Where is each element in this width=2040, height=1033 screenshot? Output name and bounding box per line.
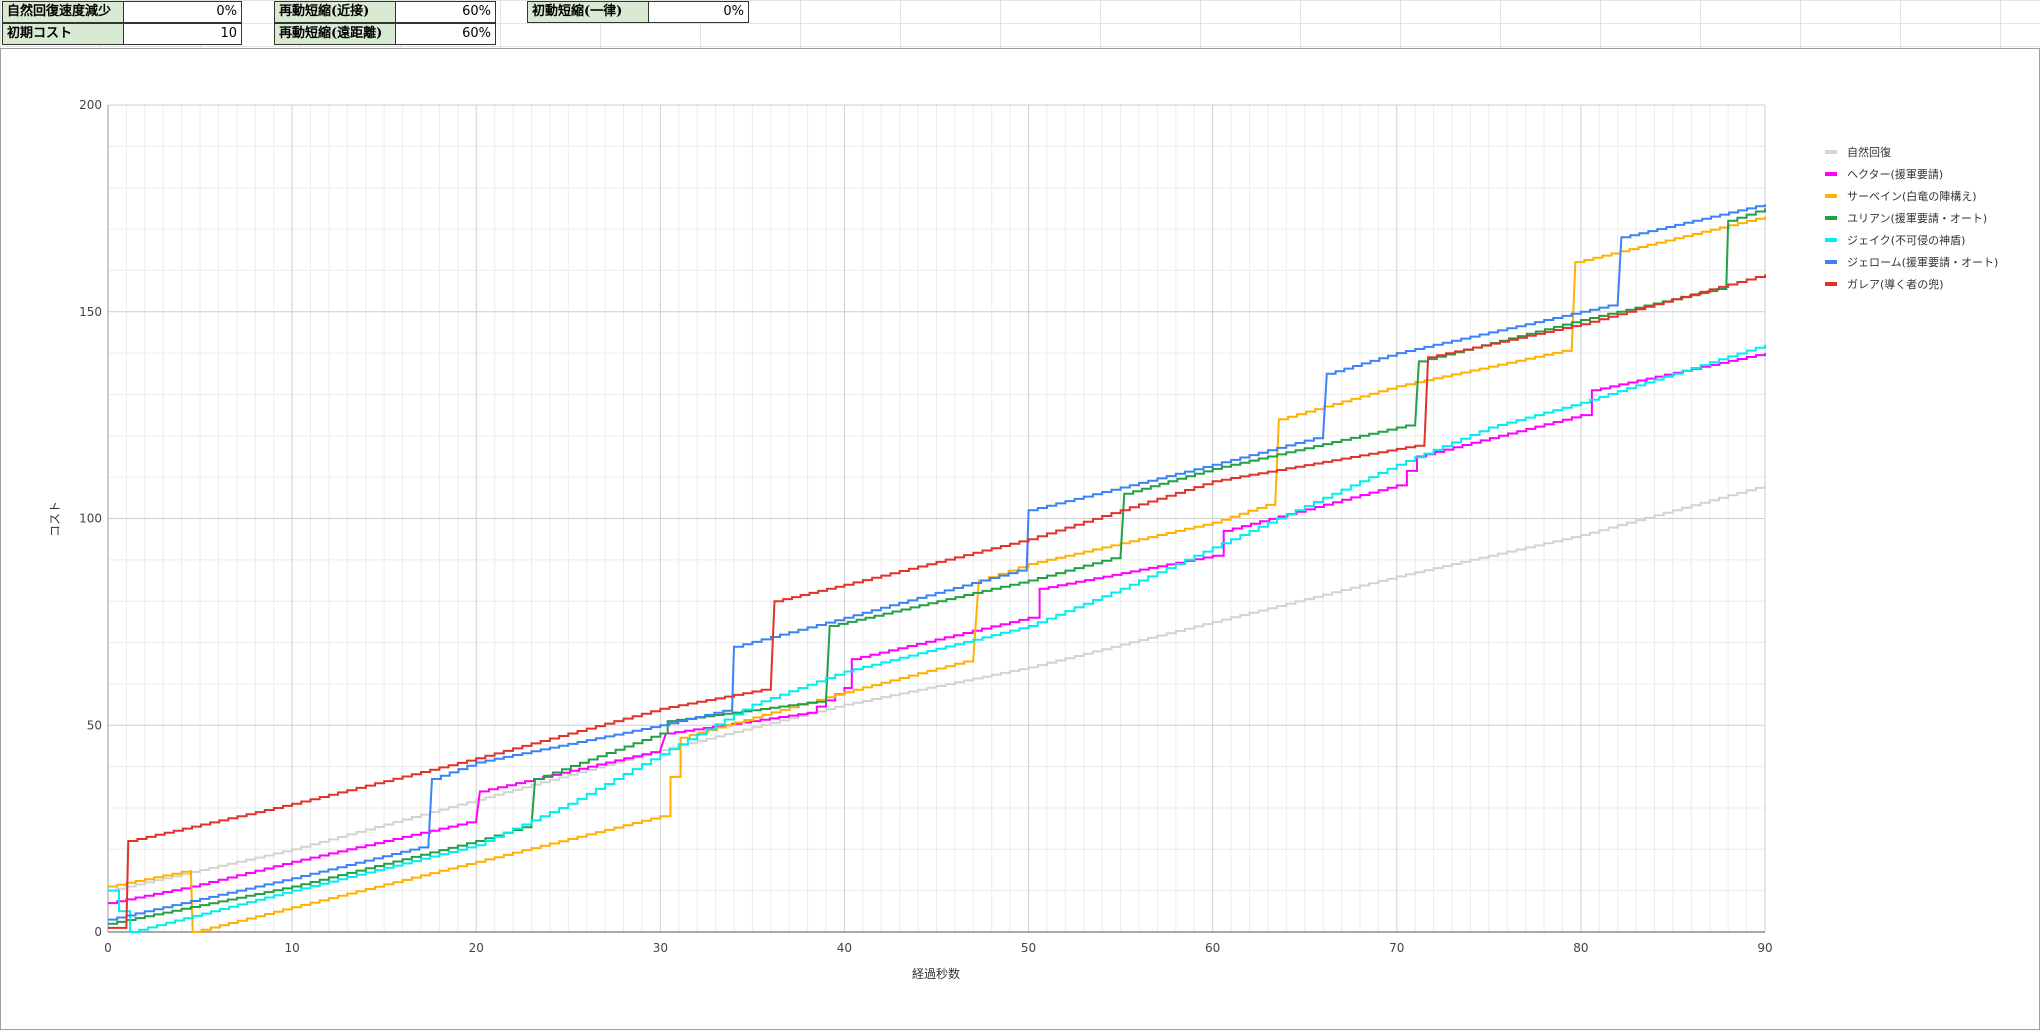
param-value[interactable]: 60% xyxy=(396,24,495,44)
y-tick-label: 200 xyxy=(79,98,102,112)
x-tick-label: 20 xyxy=(469,941,484,955)
param-value[interactable]: 60% xyxy=(396,2,495,22)
y-axis-label: コスト xyxy=(48,501,62,537)
y-tick-label: 100 xyxy=(79,512,102,526)
legend: 自然回復ヘクター(援軍要請) サーベイン(白竜の陣構え) ユリアン(援軍要請・オート… xyxy=(1825,145,1998,291)
param-value[interactable]: 0% xyxy=(649,2,748,22)
param-natural-recovery-reduction: 自然回復速度減少 0% xyxy=(2,1,242,23)
param-value[interactable]: 10 xyxy=(124,24,241,44)
x-tick-label: 80 xyxy=(1573,941,1588,955)
legend-label: ジェイク(不可侵の神盾) xyxy=(1847,233,1965,247)
param-label: 自然回復速度減少 xyxy=(3,2,124,22)
legend-label: サーベイン(白竜の陣構え) xyxy=(1847,189,1977,203)
chart-container: 0 10 20 30 40 50 60 70 80 90 0 50 100 150 200 経過秒数 コスト… xyxy=(0,48,2040,1030)
axis-layer: 0 10 20 30 40 50 60 70 80 90 0 50 100 150 200 xyxy=(79,98,1773,955)
param-label: 再動短縮(近接) xyxy=(275,2,396,22)
x-tick-label: 30 xyxy=(653,941,668,955)
legend-label: 自然回復 xyxy=(1847,145,1891,159)
param-initial-shortening: 初動短縮(一律) 0% xyxy=(527,1,749,23)
legend-label: ヘクター(援軍要請) xyxy=(1847,167,1943,181)
x-tick-label: 60 xyxy=(1205,941,1220,955)
x-tick-label: 0 xyxy=(104,941,112,955)
x-tick-label: 10 xyxy=(284,941,299,955)
x-tick-label: 90 xyxy=(1757,941,1772,955)
param-label: 再動短縮(遠距離) xyxy=(275,24,396,44)
x-tick-label: 70 xyxy=(1389,941,1404,955)
x-tick-label: 50 xyxy=(1021,941,1036,955)
legend-label: ユリアン(援軍要請・オート) xyxy=(1847,211,1987,225)
param-label: 初期コスト xyxy=(3,24,124,44)
legend-label: ジェローム(援軍要請・オート) xyxy=(1847,255,1998,269)
x-tick-label: 40 xyxy=(837,941,852,955)
grid-layer xyxy=(107,104,1766,933)
y-tick-label: 50 xyxy=(87,718,102,732)
param-redeploy-ranged: 再動短縮(遠距離) 60% xyxy=(274,23,496,45)
legend-label: ガレア(導く者の兜) xyxy=(1847,277,1944,291)
param-initial-cost: 初期コスト 10 xyxy=(2,23,242,45)
y-tick-label: 150 xyxy=(79,305,102,319)
y-tick-label: 0 xyxy=(94,925,102,939)
param-label: 初動短縮(一律) xyxy=(528,2,649,22)
param-redeploy-melee: 再動短縮(近接) 60% xyxy=(274,1,496,23)
param-value[interactable]: 0% xyxy=(124,2,241,22)
x-axis-label: 経過秒数 xyxy=(912,966,960,981)
cost-chart: 0 10 20 30 40 50 60 70 80 90 0 50 100 150 200 経過秒数 コスト… xyxy=(48,98,1998,981)
